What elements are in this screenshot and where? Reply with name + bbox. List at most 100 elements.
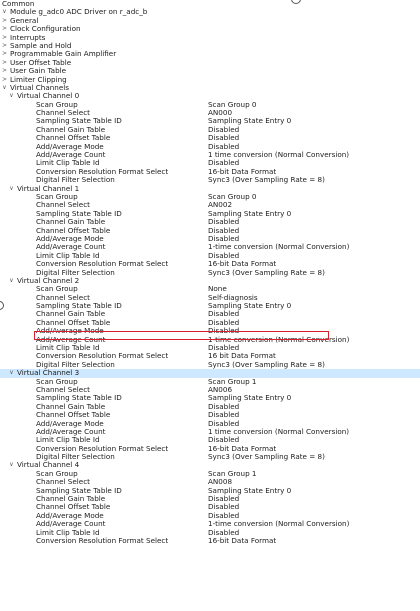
property-value[interactable]: Disabled [208,495,239,503]
chevron-right-icon[interactable]: > [1,17,8,25]
property-value[interactable]: Disabled [208,143,239,151]
property-value[interactable]: Disabled [208,327,239,335]
chevron-down-icon[interactable]: ∨ [8,185,15,193]
property-value[interactable]: Disabled [208,218,239,226]
property-value[interactable]: Disabled [208,310,239,318]
property-row-scan-group[interactable]: Scan Group Scan Group 0 [0,101,420,109]
property-row-channel-offset-table[interactable]: Channel Offset Table Disabled [0,503,420,511]
property-value[interactable]: Scan Group 0 [208,101,257,109]
property-row-conversion-resolution-format-select[interactable]: Conversion Resolution Format Select 16-bi… [0,260,420,268]
property-value[interactable]: Sampling State Entry 0 [208,487,291,495]
property-value[interactable]: Sync3 (Over Sampling Rate = 8) [208,176,325,184]
tree-node-user-gain-table[interactable]: > User Gain Table [0,67,420,75]
tree-node-virtual-channel-0[interactable]: ∨ Virtual Channel 0 [0,92,420,100]
property-row-channel-gain-table[interactable]: Channel Gain Table Disabled [0,310,420,318]
property-row-add-average-count[interactable]: Add/Average Count 1 time conversion (Norm… [0,428,420,436]
property-row-channel-select[interactable]: Channel Select AN000 [0,109,420,117]
property-value[interactable]: AN006 [208,386,232,394]
property-value[interactable]: Disabled [208,403,239,411]
chevron-down-icon[interactable]: ∨ [8,369,15,377]
property-row-add-average-mode[interactable]: Add/Average Mode Disabled [0,512,420,520]
property-value[interactable]: Sampling State Entry 0 [208,394,291,402]
property-row-digital-filter-selection[interactable]: Digital Filter Selection Sync3 (Over Samp… [0,269,420,277]
property-row-scan-group[interactable]: Scan Group Scan Group 0 [0,193,420,201]
property-row-limit-clip-table-id[interactable]: Limit Clip Table Id Disabled [0,436,420,444]
property-value[interactable]: 1 time conversion (Normal Conversion) [208,428,349,436]
property-row-channel-select[interactable]: Channel Select AN006 [0,386,420,394]
property-row-add-average-count[interactable]: Add/Average Count 1 time conversion (Norm… [0,151,420,159]
property-value[interactable]: AN000 [208,109,232,117]
property-value[interactable]: 1-time conversion (Normal Conversion) [208,243,349,251]
property-row-scan-group[interactable]: Scan Group Scan Group 1 [0,378,420,386]
property-value[interactable]: 1-time conversion (Normal Conversion) [208,336,349,344]
property-row-sampling-state-table-id[interactable]: Sampling State Table ID Sampling State En… [0,487,420,495]
chevron-down-icon[interactable]: ∨ [8,461,15,469]
property-row-scan-group[interactable]: Scan Group Scan Group 1 [0,470,420,478]
property-value[interactable]: Disabled [208,319,239,327]
property-row-add-average-mode[interactable]: Add/Average Mode Disabled [0,327,420,335]
tree-node-virtual-channel-3[interactable]: ∨ Virtual Channel 3 [0,369,420,378]
property-row-digital-filter-selection[interactable]: Digital Filter Selection Sync3 (Over Samp… [0,453,420,461]
property-value[interactable]: Disabled [208,227,239,235]
tree-node-limiter-clipping[interactable]: > Limiter Clipping [0,76,420,84]
property-value[interactable]: Disabled [208,436,239,444]
property-value[interactable]: Sampling State Entry 0 [208,117,291,125]
property-value[interactable]: 1 time conversion (Normal Conversion) [208,151,349,159]
property-row-add-average-mode[interactable]: Add/Average Mode Disabled [0,235,420,243]
property-row-limit-clip-table-id[interactable]: Limit Clip Table Id Disabled [0,252,420,260]
tree-node-virtual-channel-1[interactable]: ∨ Virtual Channel 1 [0,185,420,193]
chevron-right-icon[interactable]: > [1,34,8,42]
property-value[interactable]: Disabled [208,512,239,520]
chevron-right-icon[interactable]: > [1,76,8,84]
property-row-channel-gain-table[interactable]: Channel Gain Table Disabled [0,218,420,226]
chevron-down-icon[interactable]: ∨ [1,8,8,16]
property-value[interactable]: Disabled [208,529,239,537]
property-row-channel-gain-table[interactable]: Channel Gain Table Disabled [0,126,420,134]
property-row-channel-gain-table[interactable]: Channel Gain Table Disabled [0,403,420,411]
property-value[interactable]: 16 bit Data Format [208,352,276,360]
tree-node-virtual-channel-2[interactable]: ∨ Virtual Channel 2 [0,277,420,285]
tree-node-clock-configuration[interactable]: > Clock Configuration [0,25,420,33]
tree-node-virtual-channel-4[interactable]: ∨ Virtual Channel 4 [0,461,420,469]
tree-node-sample-and-hold[interactable]: > Sample and Hold [0,42,420,50]
chevron-down-icon[interactable]: ∨ [1,84,8,92]
property-value[interactable]: Sync3 (Over Sampling Rate = 8) [208,361,325,369]
property-row-conversion-resolution-format-select[interactable]: Conversion Resolution Format Select 16-bi… [0,537,420,545]
property-value[interactable]: Self-diagnosis [208,294,258,302]
chevron-right-icon[interactable]: > [1,59,8,67]
property-row-channel-select[interactable]: Channel Select AN008 [0,478,420,486]
tree-node-general[interactable]: > General [0,17,420,25]
tree-node-user-offset-table[interactable]: > User Offset Table [0,59,420,67]
property-row-limit-clip-table-id[interactable]: Limit Clip Table Id Disabled [0,344,420,352]
tree-node-virtual-channels[interactable]: ∨ Virtual Channels [0,84,420,92]
property-value[interactable]: Scan Group 1 [208,470,257,478]
property-value[interactable]: AN002 [208,201,232,209]
property-value[interactable]: AN008 [208,478,232,486]
chevron-right-icon[interactable]: > [1,25,8,33]
tree-node-interrupts[interactable]: > Interrupts [0,34,420,42]
property-value[interactable]: Sampling State Entry 0 [208,302,291,310]
property-value[interactable]: Sync3 (Over Sampling Rate = 8) [208,269,325,277]
property-value[interactable]: Disabled [208,344,239,352]
property-row-channel-gain-table[interactable]: Channel Gain Table Disabled [0,495,420,503]
property-row-sampling-state-table-id[interactable]: Sampling State Table ID Sampling State En… [0,210,420,218]
property-row-channel-offset-table[interactable]: Channel Offset Table Disabled [0,319,420,327]
property-value[interactable]: 16-bit Data Format [208,260,276,268]
property-value[interactable]: Disabled [208,159,239,167]
property-row-add-average-count[interactable]: Add/Average Count 1-time conversion (Norm… [0,243,420,251]
property-value[interactable]: 16-bit Data Format [208,445,276,453]
property-value[interactable]: None [208,285,227,293]
property-row-channel-select[interactable]: Channel Select AN002 [0,201,420,209]
property-value[interactable]: Sampling State Entry 0 [208,210,291,218]
property-value[interactable]: Disabled [208,503,239,511]
property-row-conversion-resolution-format-select[interactable]: Conversion Resolution Format Select 16-bi… [0,445,420,453]
property-value[interactable]: Disabled [208,411,239,419]
property-value[interactable]: Sync3 (Over Sampling Rate = 8) [208,453,325,461]
property-row-add-average-mode[interactable]: Add/Average Mode Disabled [0,143,420,151]
property-value[interactable]: Scan Group 0 [208,193,257,201]
property-value[interactable]: Disabled [208,252,239,260]
property-value[interactable]: Disabled [208,235,239,243]
property-row-add-average-count[interactable]: Add/Average Count 1-time conversion (Norm… [0,336,420,344]
property-row-sampling-state-table-id[interactable]: Sampling State Table ID Sampling State En… [0,302,420,310]
tree-node-programmable-gain-amplifier[interactable]: > Programmable Gain Amplifier [0,50,420,58]
